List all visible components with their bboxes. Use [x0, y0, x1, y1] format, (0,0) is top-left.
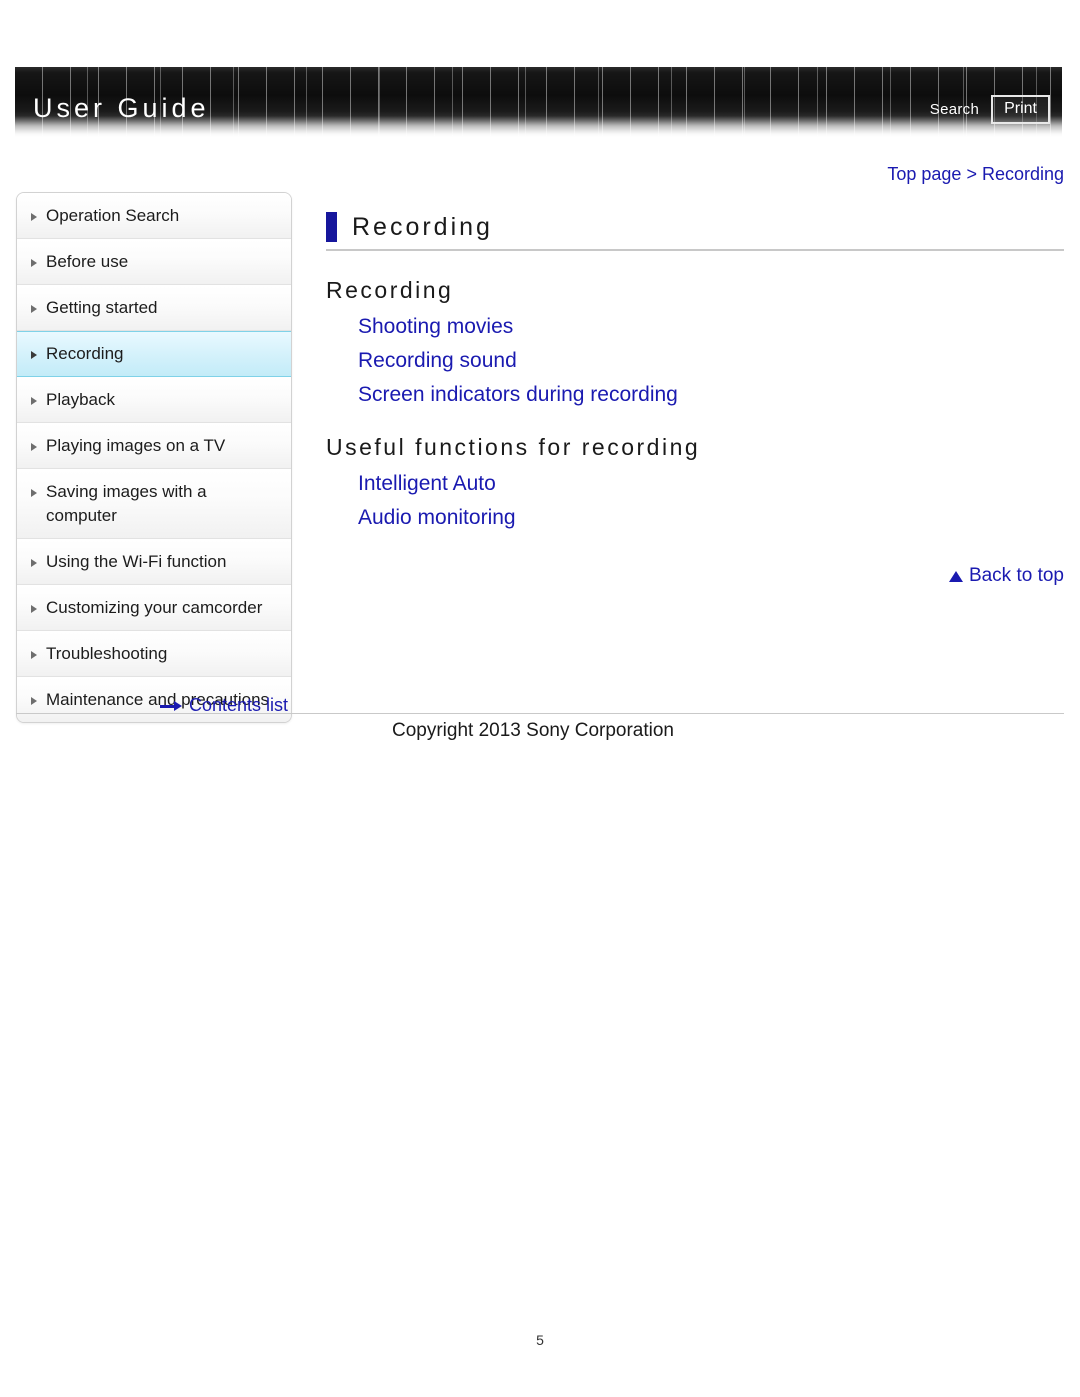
sidebar-item-before-use[interactable]: Before use — [17, 239, 291, 285]
sidebar-item-using-the-wi-fi-function[interactable]: Using the Wi-Fi function — [17, 539, 291, 585]
copyright-text: Copyright 2013 Sony Corporation — [392, 720, 675, 741]
sidebar-item-label: Customizing your camcorder — [46, 598, 263, 617]
sidebar-item-operation-search[interactable]: Operation Search — [17, 193, 291, 239]
search-link[interactable]: Search — [930, 101, 979, 118]
content-sections: Recording Shooting movies Recording sound S… — [326, 277, 1064, 535]
doc-link[interactable]: Intelligent Auto — [358, 467, 1064, 501]
header-actions: Search Print — [930, 95, 1050, 125]
triangle-right-icon — [31, 651, 37, 659]
sidebar-item-label: Getting started — [46, 298, 158, 317]
page-title: Recording — [352, 212, 493, 241]
sidebar-item-label: Using the Wi-Fi function — [46, 552, 227, 571]
arrow-right-icon — [160, 700, 182, 711]
triangle-right-icon — [31, 443, 37, 451]
section-heading: Useful functions for recording — [326, 434, 701, 460]
doc-link[interactable]: Shooting movies — [358, 310, 1064, 344]
doc-link[interactable]: Screen indicators during recording — [358, 378, 1064, 412]
triangle-right-icon — [31, 213, 37, 221]
site-header: User Guide Search Print — [15, 67, 1062, 138]
page-title-row: Recording — [326, 212, 1064, 251]
sidebar-item-label: Playback — [46, 390, 115, 409]
triangle-right-icon — [31, 259, 37, 267]
triangle-right-icon — [31, 697, 37, 705]
triangle-right-icon — [31, 305, 37, 313]
breadcrumb[interactable]: Top page > Recording — [887, 164, 1064, 185]
print-button[interactable]: Print — [991, 95, 1050, 125]
site-title: User Guide — [33, 93, 210, 123]
sidebar-item-saving-images-with-a-computer[interactable]: Saving images with a computer — [17, 469, 291, 539]
footer-divider — [16, 713, 1064, 714]
sidebar-item-label: Playing images on a TV — [46, 436, 226, 455]
triangle-right-icon — [31, 397, 37, 405]
sidebar-item-label: Recording — [46, 344, 124, 363]
triangle-right-icon — [31, 489, 37, 497]
sidebar-item-label: Operation Search — [46, 206, 180, 225]
sidebar-item-customizing-your-camcorder[interactable]: Customizing your camcorder — [17, 585, 291, 631]
page-number: 5 — [536, 1332, 544, 1348]
sidebar-item-playing-images-on-a-tv[interactable]: Playing images on a TV — [17, 423, 291, 469]
sidebar-item-label: Saving images with a computer — [46, 482, 207, 525]
title-accent-bar — [326, 212, 337, 242]
sidebar-item-playback[interactable]: Playback — [17, 377, 291, 423]
sidebar-item-troubleshooting[interactable]: Troubleshooting — [17, 631, 291, 677]
sidebar-item-recording[interactable]: Recording — [17, 331, 291, 377]
triangle-right-icon — [31, 605, 37, 613]
doc-link[interactable]: Audio monitoring — [358, 501, 1064, 535]
sidebar-item-label: Troubleshooting — [46, 644, 168, 663]
sidebar-item-label: Before use — [46, 252, 129, 271]
triangle-right-icon — [31, 351, 37, 359]
sidebar-item-getting-started[interactable]: Getting started — [17, 285, 291, 331]
section-heading: Recording — [326, 277, 454, 303]
triangle-right-icon — [31, 559, 37, 567]
triangle-up-icon — [948, 570, 963, 582]
section-link-list: Intelligent Auto Audio monitoring — [326, 467, 1064, 535]
section-link-list: Shooting movies Recording sound Screen ind… — [326, 310, 1064, 412]
sidebar-nav: Operation Search Before use Getting starte… — [16, 192, 292, 723]
back-to-top-link[interactable]: Back to top — [326, 565, 1064, 587]
doc-link[interactable]: Recording sound — [358, 344, 1064, 378]
back-to-top-label: Back to top — [968, 565, 1064, 586]
main-content: Recording Recording Shooting movies Record… — [326, 212, 1064, 587]
